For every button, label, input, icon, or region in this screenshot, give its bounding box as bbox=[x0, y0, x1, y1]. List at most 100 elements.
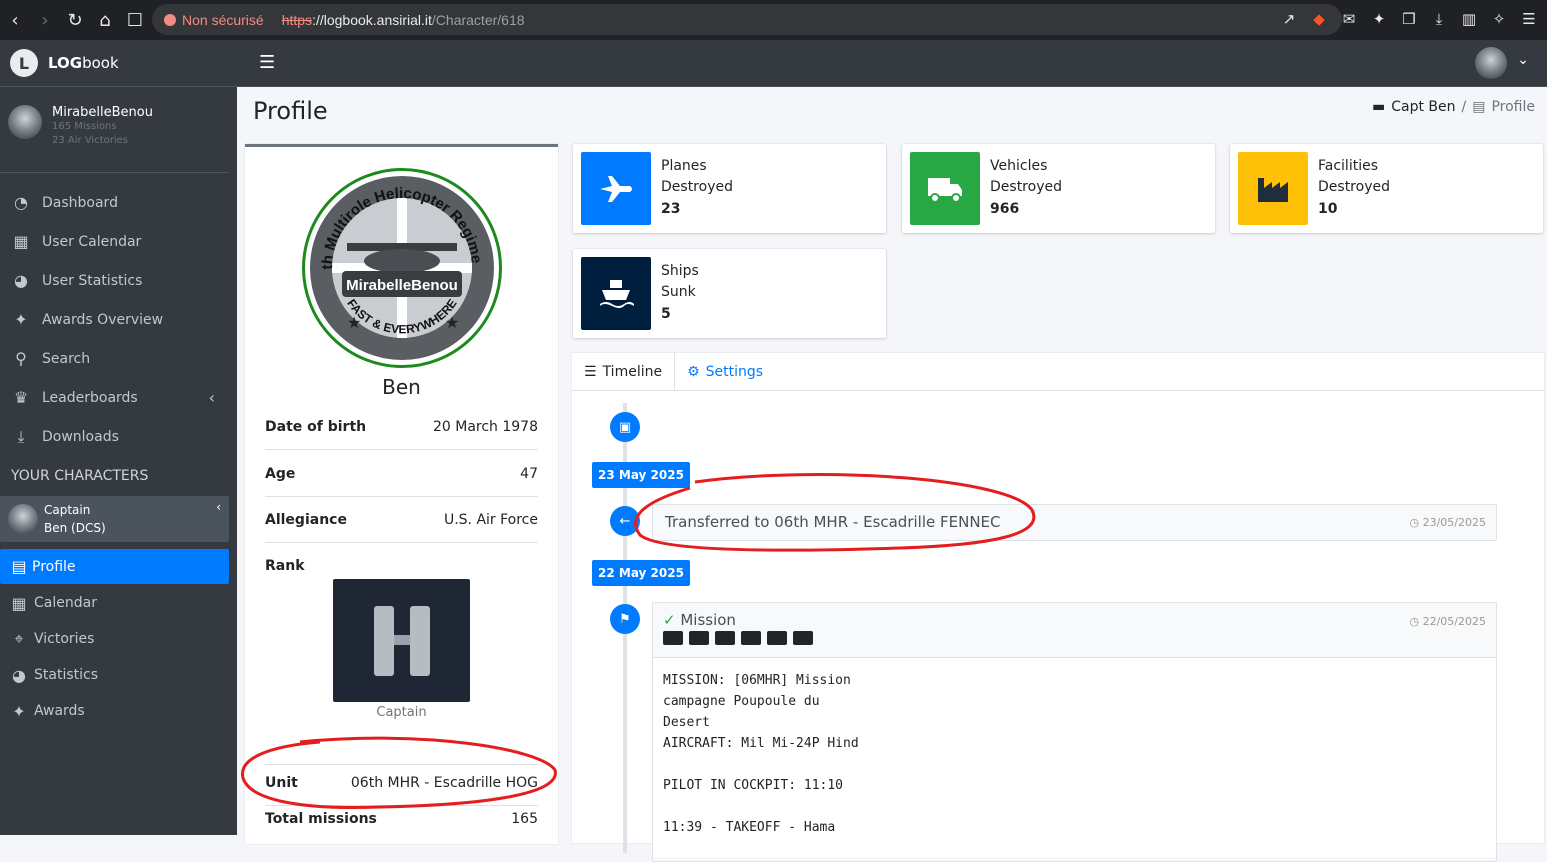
nav-search[interactable]: ⚲ Search bbox=[0, 339, 237, 378]
nav-victories[interactable]: ⌖ Victories bbox=[0, 621, 237, 657]
timeline-item-transfer: Transferred to 06th MHR - Escadrille FEN… bbox=[652, 504, 1497, 541]
gears-icon: ⚙ bbox=[687, 363, 700, 380]
pie-chart-icon: ◕ bbox=[14, 271, 28, 290]
row-total-missions: Total missions 165 bbox=[265, 811, 538, 827]
badge-emblem: MirabelleBenou 6th Multirole Helicopter … bbox=[307, 173, 494, 360]
insecure-indicator[interactable]: Non sécurisé bbox=[164, 12, 264, 28]
main-nav: ◔ Dashboard ▦ User Calendar ◕ User Statisti… bbox=[0, 173, 237, 729]
mission-details: MISSION: [06MHR] Mission campagne Poupou… bbox=[653, 657, 1496, 857]
svg-text:★: ★ bbox=[347, 313, 361, 332]
bookmark-icon[interactable]: ☐ bbox=[120, 5, 150, 35]
search-icon: ⚲ bbox=[15, 349, 27, 368]
puzzle-icon[interactable]: ❒ bbox=[1397, 5, 1421, 33]
main-content: Profile ▬ Capt Ben / ▤ Profile Mirabelle… bbox=[237, 87, 1547, 862]
medal-icon: ✦ bbox=[14, 310, 28, 329]
brand-name: LOGbook bbox=[48, 54, 119, 72]
calendar-icon: ▦ bbox=[13, 232, 29, 251]
forward-icon[interactable]: › bbox=[30, 5, 60, 35]
truck-icon bbox=[910, 152, 980, 225]
user-victories: 23 Air Victories bbox=[52, 135, 129, 146]
nav-downloads[interactable]: ⤓ Downloads bbox=[0, 417, 237, 456]
back-icon[interactable]: ‹ bbox=[0, 5, 30, 35]
stat-facilities: Facilities Destroyed 10 bbox=[1230, 144, 1543, 233]
timeline-date: 23 May 2025 bbox=[592, 462, 690, 488]
stat-value: 23 bbox=[661, 201, 681, 217]
nav-leaderboards[interactable]: ♛ Leaderboards ‹ bbox=[0, 378, 237, 417]
download-icon[interactable]: ⤓ bbox=[1427, 5, 1451, 33]
menu-icon[interactable]: ☰ bbox=[1517, 5, 1541, 33]
mail-icon[interactable]: ✉ bbox=[1337, 5, 1361, 33]
address-bar[interactable]: Non sécurisé https://logbook.ansirial.it… bbox=[152, 4, 1342, 35]
truck-icon bbox=[689, 631, 709, 645]
truck-icon bbox=[715, 631, 735, 645]
nav-profile[interactable]: ▤ Profile bbox=[0, 549, 229, 584]
leo-icon[interactable]: ✧ bbox=[1487, 5, 1511, 33]
row-allegiance: Allegiance U.S. Air Force bbox=[265, 512, 538, 543]
user-panel[interactable]: MirabelleBenou 165 Missions 23 Air Victo… bbox=[0, 87, 229, 173]
breadcrumb-link[interactable]: Capt Ben bbox=[1391, 99, 1455, 115]
nav-awards-overview[interactable]: ✦ Awards Overview bbox=[0, 300, 237, 339]
stat-value: 966 bbox=[990, 201, 1020, 217]
logo-icon: L bbox=[10, 49, 38, 77]
tab-bar: ☰ Timeline ⚙ Settings bbox=[572, 353, 1544, 391]
timeline-time: ◷ 22/05/2025 bbox=[1409, 615, 1486, 628]
calendar-icon: ▦ bbox=[11, 593, 27, 613]
chevron-left-icon: ‹ bbox=[208, 388, 215, 407]
avatar bbox=[8, 105, 42, 139]
timeline-card: ☰ Timeline ⚙ Settings ▣ 23 May 2025 ← Tran… bbox=[572, 353, 1544, 862]
characters-header: YOUR CHARACTERS bbox=[11, 468, 149, 484]
tab-timeline[interactable]: ☰ Timeline bbox=[572, 353, 676, 390]
row-unit: Unit 06th MHR - Escadrille HOG bbox=[265, 764, 538, 806]
medal-icon: ✦ bbox=[12, 701, 26, 721]
check-icon: ✓ bbox=[663, 611, 681, 629]
nav-user-calendar[interactable]: ▦ User Calendar bbox=[0, 222, 237, 261]
nav-user-statistics[interactable]: ◕ User Statistics bbox=[0, 261, 237, 300]
trophy-icon: ♛ bbox=[13, 388, 29, 407]
stat-value: 5 bbox=[661, 306, 671, 322]
nav-calendar[interactable]: ▦ Calendar bbox=[0, 585, 237, 621]
top-navbar: ☰ ⌄ bbox=[237, 40, 1547, 87]
map-marked-icon: ⚑ bbox=[610, 604, 640, 634]
profile-name: Ben bbox=[382, 375, 421, 399]
share-icon[interactable]: ↗ bbox=[1277, 5, 1301, 33]
ship-icon bbox=[581, 257, 651, 330]
calendar-plus-icon: ▣ bbox=[610, 412, 640, 442]
brand[interactable]: L LOGbook bbox=[0, 40, 237, 87]
download-icon: ⤓ bbox=[17, 426, 25, 446]
stat-vehicles: Vehicles Destroyed 966 bbox=[902, 144, 1215, 233]
pie-chart-icon: ◕ bbox=[12, 665, 26, 685]
nav-statistics[interactable]: ◕ Statistics bbox=[0, 657, 237, 693]
sidebar-toggle-icon[interactable]: ▥ bbox=[1457, 5, 1481, 33]
character-item[interactable]: Captain Ben (DCS) ‹ bbox=[0, 496, 229, 542]
chevron-left-icon: ‹ bbox=[216, 500, 221, 514]
row-age: Age 47 bbox=[265, 466, 538, 497]
user-name[interactable]: MirabelleBenou bbox=[52, 105, 153, 120]
truck-icon bbox=[663, 631, 683, 645]
row-date-of-birth: Date of birth 20 March 1978 bbox=[265, 419, 538, 450]
tab-settings[interactable]: ⚙ Settings bbox=[675, 353, 775, 390]
truck-icon bbox=[767, 631, 787, 645]
sidebar: L LOGbook MirabelleBenou 165 Missions 23… bbox=[0, 40, 237, 835]
captain-bars-icon bbox=[373, 605, 430, 676]
character-avatar bbox=[8, 504, 38, 534]
nav-awards[interactable]: ✦ Awards bbox=[0, 693, 237, 729]
reload-icon[interactable]: ↻ bbox=[60, 5, 90, 35]
timeline-item-mission: ✓ Mission ◷ 22/05/2025 MISSION: [06MHR] … bbox=[652, 602, 1497, 862]
nav-dashboard[interactable]: ◔ Dashboard bbox=[0, 183, 237, 222]
user-avatar[interactable] bbox=[1475, 47, 1507, 79]
chevron-down-icon[interactable]: ⌄ bbox=[1517, 52, 1529, 68]
id-card-icon: ▤ bbox=[11, 557, 27, 576]
arrow-left-icon: ← bbox=[610, 506, 640, 536]
svg-text:★: ★ bbox=[445, 313, 459, 332]
list-icon: ☰ bbox=[584, 363, 597, 380]
hamburger-icon[interactable]: ☰ bbox=[259, 52, 275, 73]
rank-caption: Captain bbox=[376, 705, 427, 720]
stat-planes: Planes Destroyed 23 bbox=[573, 144, 886, 233]
badge-center-text: MirabelleBenou bbox=[346, 277, 458, 294]
home-icon[interactable]: ⌂ bbox=[90, 5, 120, 35]
brave-shield-icon[interactable]: ◆ bbox=[1307, 5, 1331, 33]
url-text: https://logbook.ansirial.it/Character/61… bbox=[281, 11, 525, 28]
extension-icon[interactable]: ✦ bbox=[1367, 5, 1391, 33]
page-title: Profile bbox=[253, 97, 328, 125]
plane-icon bbox=[581, 152, 651, 225]
